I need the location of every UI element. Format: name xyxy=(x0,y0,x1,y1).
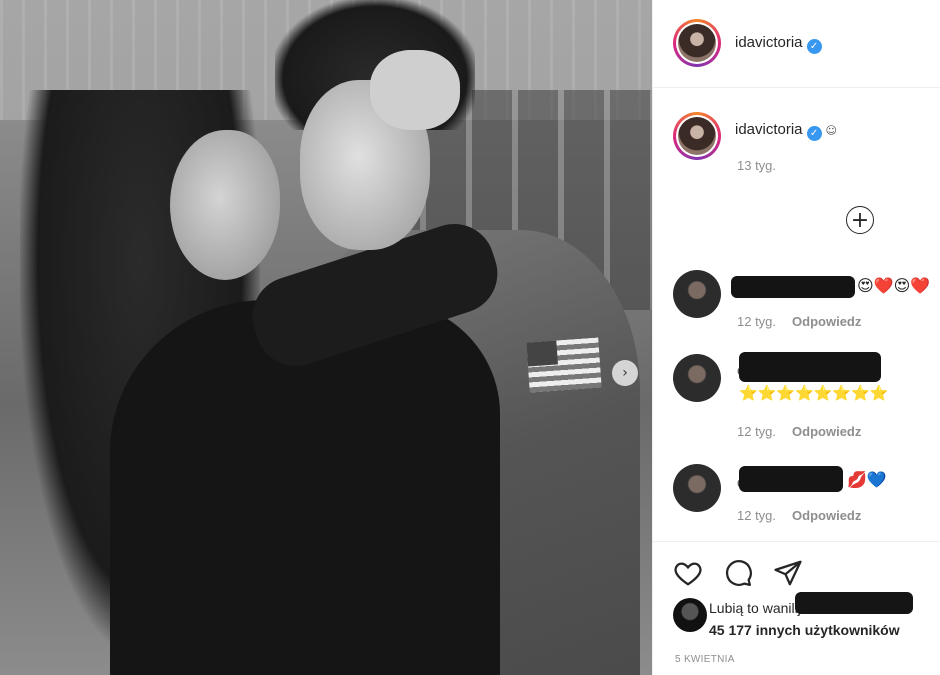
redaction-mark xyxy=(739,466,843,492)
author-avatar[interactable] xyxy=(673,19,721,67)
comment-time[interactable]: 12 tyg. xyxy=(737,424,776,439)
comment-text: 💋💙 xyxy=(847,470,887,489)
comment-meta: 12 tyg. Odpowiedz xyxy=(737,508,861,523)
verified-badge-icon: ✓ xyxy=(806,126,822,141)
likes-prefix: Lubią to xyxy=(709,600,759,616)
heart-icon[interactable] xyxy=(673,558,703,588)
comment-time[interactable]: 12 tyg. xyxy=(737,314,776,329)
caption-avatar[interactable] xyxy=(673,112,721,160)
comment-text: ⭐⭐⭐⭐⭐⭐⭐⭐ xyxy=(739,384,889,402)
post-actions: Lubią to wanilijachmurka i 45 177 innych… xyxy=(653,541,940,675)
reply-button[interactable]: Odpowiedz xyxy=(792,508,861,523)
caption-row: idavictoria ✓ ☺ xyxy=(735,121,837,141)
likes-avatar[interactable] xyxy=(673,598,707,632)
photo-woman-face xyxy=(170,130,280,280)
comment-avatar[interactable] xyxy=(673,464,721,512)
photo-flag-patch xyxy=(526,337,602,393)
author-username[interactable]: idavictoria xyxy=(735,34,803,51)
caption-username[interactable]: idavictoria xyxy=(735,121,803,138)
caption-text: ☺ xyxy=(825,124,837,137)
photo-hand xyxy=(370,50,460,130)
comment-meta: 12 tyg. Odpowiedz xyxy=(737,314,861,329)
likes-count-suffix: innych użytkowników xyxy=(755,622,900,638)
reply-button[interactable]: Odpowiedz xyxy=(792,314,861,329)
post-sidebar: idavictoria✓ idavictoria✓☺ 13 tyg. + mar… xyxy=(652,0,940,675)
comment-avatar[interactable] xyxy=(673,354,721,402)
verified-badge-icon: ✓ xyxy=(806,39,822,54)
post-header: idavictoria ✓ xyxy=(653,0,940,88)
likes-count-row[interactable]: 45 177 innych użytkowników xyxy=(709,622,900,638)
caption-time[interactable]: 13 tyg. xyxy=(737,158,776,173)
load-more-comments-button[interactable]: + xyxy=(846,206,874,234)
post-photo[interactable]: › xyxy=(0,0,652,675)
comment-time[interactable]: 12 tyg. xyxy=(737,508,776,523)
reply-button[interactable]: Odpowiedz xyxy=(792,424,861,439)
post-date[interactable]: 5 KWIETNIA xyxy=(675,654,735,665)
likes-count: 45 177 xyxy=(709,622,752,638)
comment-text: 😍❤️😍❤️ xyxy=(857,276,931,295)
comment-icon[interactable] xyxy=(723,558,753,588)
author-username-row: idavictoria ✓ xyxy=(735,34,822,54)
redaction-mark xyxy=(795,592,913,614)
comment-meta: 12 tyg. Odpowiedz xyxy=(737,424,861,439)
comment-avatar[interactable] xyxy=(673,270,721,318)
next-photo-button[interactable]: › xyxy=(612,360,638,386)
redaction-mark xyxy=(731,276,855,298)
redaction-mark xyxy=(739,352,881,382)
share-icon[interactable] xyxy=(773,558,803,588)
